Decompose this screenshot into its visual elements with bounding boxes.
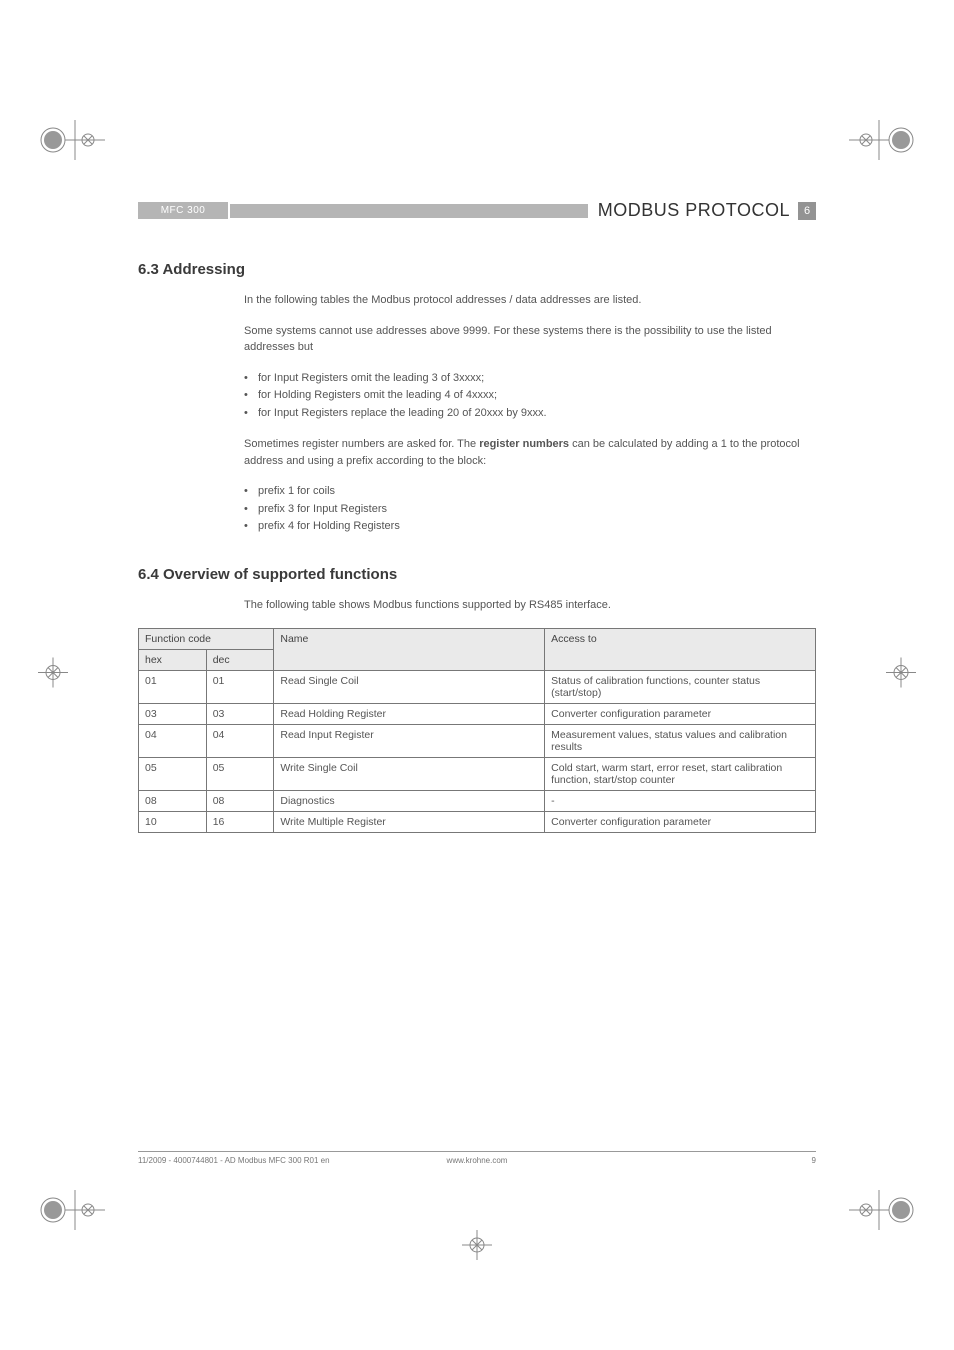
crop-mark-icon <box>35 105 105 175</box>
table-cell: - <box>545 790 816 811</box>
table-cell: 10 <box>139 811 207 832</box>
table-cell: 08 <box>139 790 207 811</box>
table-cell: Converter configuration parameter <box>545 703 816 724</box>
page-header: MFC 300 MODBUS PROTOCOL 6 <box>138 200 816 221</box>
table-cell: Read Input Register <box>274 724 545 757</box>
table-row: 01 01 Read Single Coil Status of calibra… <box>139 670 816 703</box>
list-item: prefix 1 for coils <box>244 483 816 501</box>
table-cell: Cold start, warm start, error reset, sta… <box>545 757 816 790</box>
section-heading: 6.4 Overview of supported functions <box>138 566 816 583</box>
bullet-list: prefix 1 for coils prefix 3 for Input Re… <box>244 483 816 536</box>
table-cell: 01 <box>139 670 207 703</box>
table-cell: Write Multiple Register <box>274 811 545 832</box>
table-header: Function code <box>139 628 274 649</box>
table-row: 04 04 Read Input Register Measurement va… <box>139 724 816 757</box>
table-row: 08 08 Diagnostics - <box>139 790 816 811</box>
list-item: prefix 4 for Holding Registers <box>244 518 816 536</box>
table-row: 03 03 Read Holding Register Converter co… <box>139 703 816 724</box>
page-footer: 11/2009 - 4000744801 - AD Modbus MFC 300… <box>138 1151 816 1165</box>
footer-center: www.krohne.com <box>447 1156 508 1165</box>
registration-mark-icon <box>38 658 68 693</box>
table-cell: 05 <box>139 757 207 790</box>
chapter-badge: 6 <box>798 202 816 220</box>
table-cell: 01 <box>206 670 274 703</box>
table-cell: Diagnostics <box>274 790 545 811</box>
table-cell: Read Single Coil <box>274 670 545 703</box>
list-item: prefix 3 for Input Registers <box>244 501 816 519</box>
table-cell: Read Holding Register <box>274 703 545 724</box>
list-item: for Holding Registers omit the leading 4… <box>244 387 816 405</box>
body-paragraph: Sometimes register numbers are asked for… <box>244 436 816 469</box>
table-cell: 03 <box>206 703 274 724</box>
registration-mark-icon <box>886 658 916 693</box>
table-cell: 04 <box>206 724 274 757</box>
body-paragraph: Some systems cannot use addresses above … <box>244 323 816 356</box>
functions-table: Function code Name Access to hex dec 01 … <box>138 628 816 833</box>
table-row: 10 16 Write Multiple Register Converter … <box>139 811 816 832</box>
crop-mark-icon <box>35 1175 105 1245</box>
table-header: Name <box>274 628 545 670</box>
crop-mark-icon <box>849 1175 919 1245</box>
registration-mark-icon <box>462 1230 492 1265</box>
footer-right: 9 <box>812 1156 816 1165</box>
table-header: hex <box>139 649 207 670</box>
table-cell: 03 <box>139 703 207 724</box>
crop-mark-icon <box>849 105 919 175</box>
body-paragraph: The following table shows Modbus functio… <box>244 597 816 614</box>
header-tag: MFC 300 <box>138 202 228 219</box>
table-cell: 05 <box>206 757 274 790</box>
footer-left: 11/2009 - 4000744801 - AD Modbus MFC 300… <box>138 1156 330 1165</box>
list-item: for Input Registers replace the leading … <box>244 405 816 423</box>
table-cell: 04 <box>139 724 207 757</box>
table-header: Access to <box>545 628 816 670</box>
table-cell: Converter configuration parameter <box>545 811 816 832</box>
table-cell: Write Single Coil <box>274 757 545 790</box>
table-cell: 16 <box>206 811 274 832</box>
table-header: dec <box>206 649 274 670</box>
list-item: for Input Registers omit the leading 3 o… <box>244 370 816 388</box>
header-bar <box>230 204 588 218</box>
table-row: 05 05 Write Single Coil Cold start, warm… <box>139 757 816 790</box>
table-cell: Status of calibration functions, counter… <box>545 670 816 703</box>
table-cell: 08 <box>206 790 274 811</box>
body-paragraph: In the following tables the Modbus proto… <box>244 292 816 309</box>
page-title: MODBUS PROTOCOL <box>588 200 790 221</box>
bullet-list: for Input Registers omit the leading 3 o… <box>244 370 816 423</box>
section-heading: 6.3 Addressing <box>138 261 816 278</box>
text-span: Sometimes register numbers are asked for… <box>244 438 479 450</box>
table-cell: Measurement values, status values and ca… <box>545 724 816 757</box>
bold-text: register numbers <box>479 438 569 450</box>
